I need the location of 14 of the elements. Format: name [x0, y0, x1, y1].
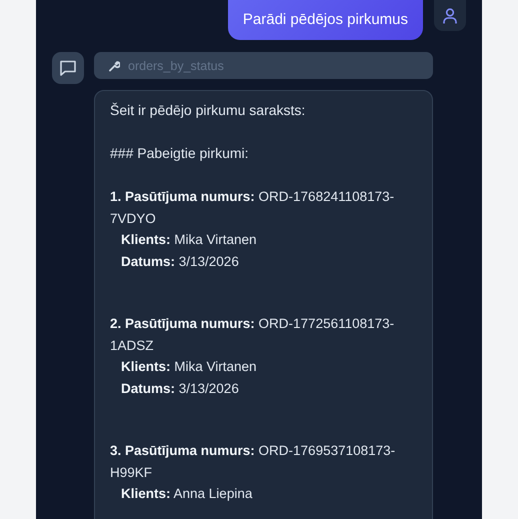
person-icon [441, 6, 459, 24]
order-detail: Datums: 3/13/2026 [120, 252, 240, 270]
order-number: 2. Pasūtījuma numurs: ORD-1772561108173-1ADSZ [110, 315, 396, 354]
order-detail: Datums: 3/13/2026 [120, 380, 240, 398]
order-detail: Klients: Anna Liepina [120, 485, 254, 503]
section-heading: ### Pabeigtie pirkumi: [110, 144, 250, 163]
order-number: 1. Pasūtījuma numurs: ORD-1768241108173-7VDYO [110, 188, 396, 228]
order-number: 3. Pasūtījuma numurs: ORD-1769537108173-H99KF [110, 442, 396, 482]
chat-icon [59, 59, 77, 77]
user-message: Parādi pēdējos pirkumus [228, 0, 423, 40]
wrench-icon [108, 60, 120, 72]
intro-text: Šeit ir pēdējo pirkumu saraksts: [110, 101, 306, 120]
order-detail: Klients: Mika Virtanen [120, 358, 258, 376]
order-detail: Klients: Mika Virtanen [120, 231, 258, 249]
